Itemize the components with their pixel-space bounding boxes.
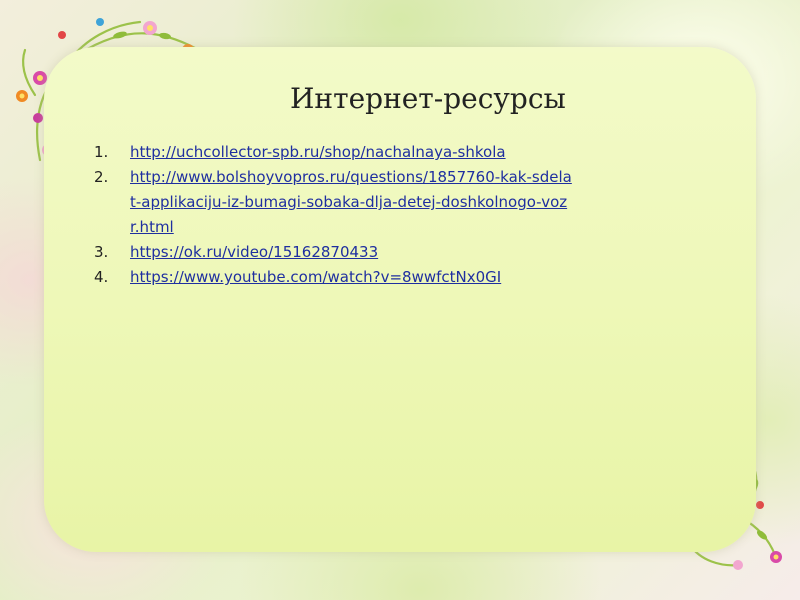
resource-link-2[interactable]: http://www.bolshoyvopros.ru/questions/18…: [130, 165, 574, 240]
content-panel: [44, 47, 756, 552]
resource-link-3[interactable]: https://ok.ru/video/15162870433: [130, 240, 378, 265]
list-item-number: 3.: [94, 243, 109, 261]
list-item-number: 2.: [94, 168, 109, 186]
list-item-number: 4.: [94, 268, 109, 286]
list-item-number: 1.: [94, 143, 109, 161]
resource-link-1[interactable]: http://uchcollector-spb.ru/shop/nachalna…: [130, 140, 506, 165]
list-item: 4. https://www.youtube.com/watch?v=8wwfc…: [94, 265, 574, 290]
slide-title: Интернет-ресурсы: [290, 82, 566, 115]
list-item: 3. https://ok.ru/video/15162870433: [94, 240, 574, 265]
resource-list: 1. http://uchcollector-spb.ru/shop/nacha…: [94, 140, 574, 290]
list-item: 2. http://www.bolshoyvopros.ru/questions…: [94, 165, 574, 240]
resource-link-4[interactable]: https://www.youtube.com/watch?v=8wwfctNx…: [130, 265, 501, 290]
list-item: 1. http://uchcollector-spb.ru/shop/nacha…: [94, 140, 574, 165]
